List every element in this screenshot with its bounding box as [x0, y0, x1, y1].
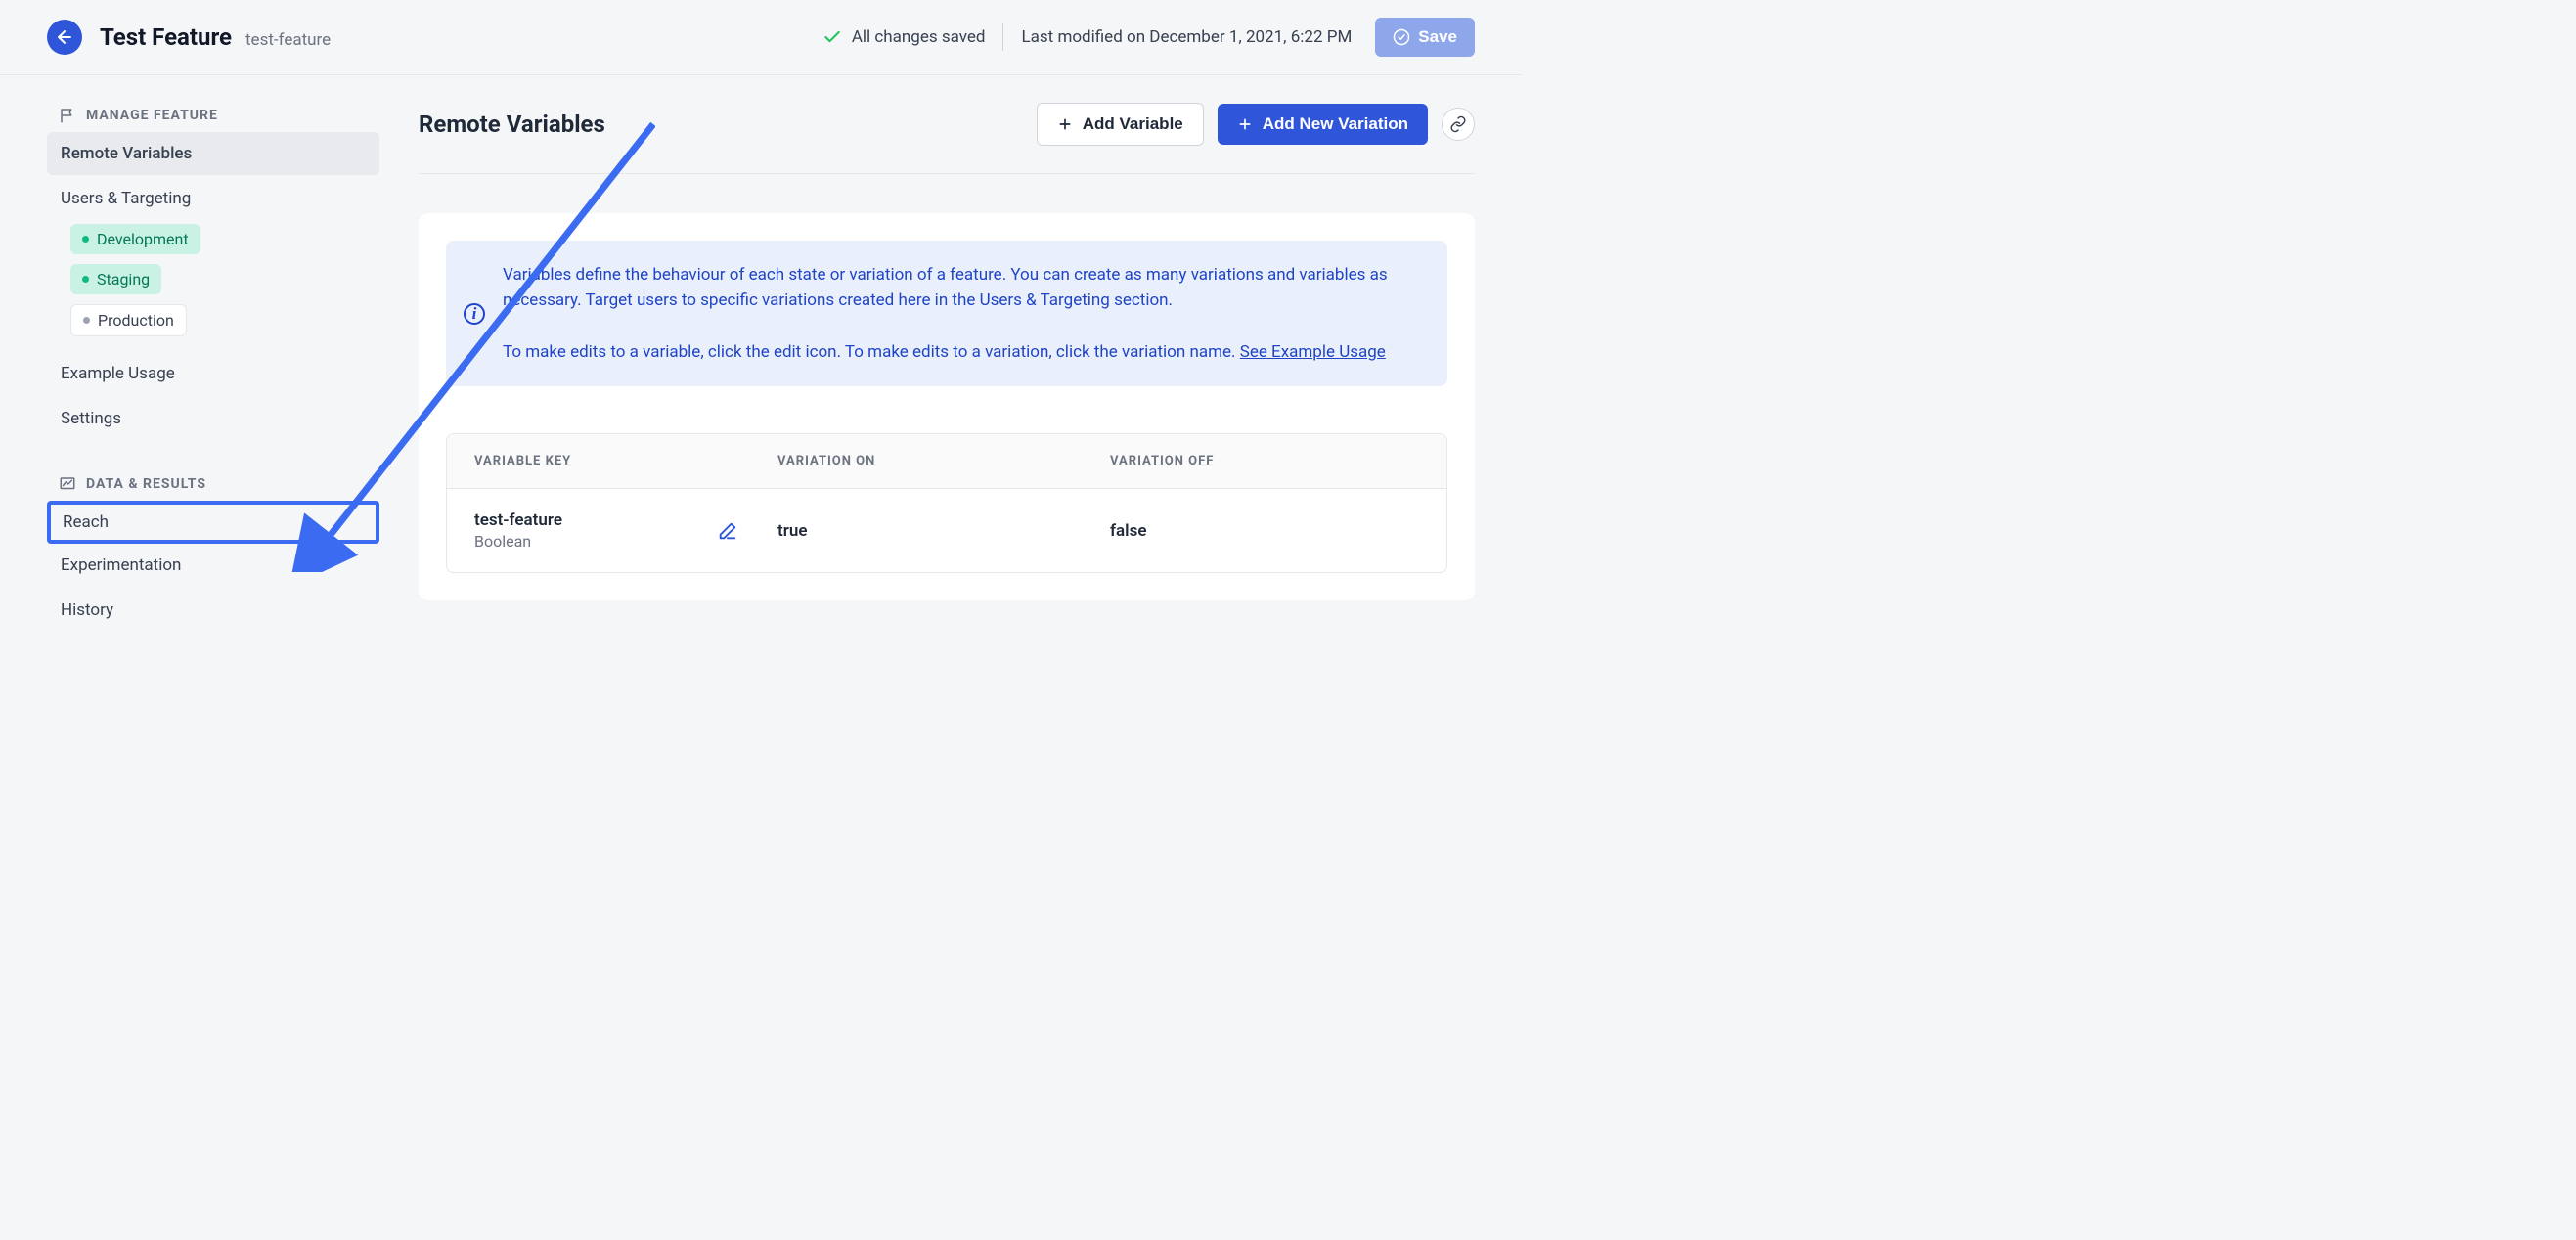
page-header: Test Feature test-feature All changes sa…: [0, 0, 1522, 75]
variables-card: i Variables define the behaviour of each…: [419, 213, 1475, 600]
env-development[interactable]: Development: [70, 224, 200, 254]
col-variable-key: Variable Key: [474, 454, 777, 468]
status-dot-icon: [82, 276, 89, 283]
status-dot-icon: [83, 317, 90, 324]
status-dot-icon: [82, 236, 89, 243]
save-button-label: Save: [1418, 27, 1457, 47]
info-text-2-prefix: To make edits to a variable, click the e…: [503, 342, 1240, 362]
title-wrap: Test Feature test-feature: [100, 23, 331, 51]
feature-slug: test-feature: [245, 30, 331, 50]
nav-settings[interactable]: Settings: [47, 397, 379, 440]
save-status-text: All changes saved: [852, 27, 986, 47]
nav-users-targeting[interactable]: Users & Targeting: [47, 177, 379, 220]
check-icon: [822, 27, 842, 47]
env-staging-label: Staging: [97, 270, 150, 288]
variable-table: Variable Key Variation On Variation Off …: [446, 433, 1447, 573]
main-header: Remote Variables Add Variable Add New Va…: [419, 99, 1475, 174]
nav-experimentation[interactable]: Experimentation: [47, 544, 379, 587]
plus-icon: [1057, 116, 1073, 132]
save-status: All changes saved: [822, 27, 986, 47]
add-variation-button[interactable]: Add New Variation: [1218, 104, 1428, 145]
sidebar: Manage Feature Remote Variables Users & …: [47, 99, 379, 634]
page-title: Test Feature: [100, 23, 232, 51]
nav-remote-variables[interactable]: Remote Variables: [47, 132, 379, 175]
section-data-results: Data & Results: [47, 467, 379, 501]
environment-list: Development Staging Production: [47, 224, 379, 346]
save-button[interactable]: Save: [1375, 18, 1475, 57]
table-header: Variable Key Variation On Variation Off: [447, 434, 1446, 488]
variation-off-value: false: [1110, 521, 1419, 541]
section-data-label: Data & Results: [86, 476, 206, 492]
edit-icon[interactable]: [717, 520, 738, 542]
header-divider: [1002, 23, 1003, 51]
env-production-label: Production: [98, 311, 174, 330]
col-variation-off: Variation Off: [1110, 454, 1419, 468]
variation-on-value: true: [777, 521, 1110, 541]
env-production[interactable]: Production: [70, 304, 187, 336]
env-staging[interactable]: Staging: [70, 264, 161, 294]
info-text-1: Variables define the behaviour of each s…: [503, 262, 1424, 314]
info-text-2: To make edits to a variable, click the e…: [503, 339, 1424, 365]
nav-history[interactable]: History: [47, 589, 379, 632]
add-variable-button[interactable]: Add Variable: [1037, 103, 1204, 146]
col-variation-on: Variation On: [777, 454, 1110, 468]
arrow-left-icon: [55, 27, 74, 47]
main-content: Remote Variables Add Variable Add New Va…: [419, 99, 1475, 634]
table-row: test-feature Boolean true false: [447, 488, 1446, 572]
example-usage-link[interactable]: See Example Usage: [1240, 342, 1386, 362]
back-button[interactable]: [47, 20, 82, 55]
variable-key-type: Boolean: [474, 532, 562, 551]
section-manage-feature: Manage Feature: [47, 99, 379, 132]
section-manage-label: Manage Feature: [86, 108, 218, 123]
check-circle-icon: [1393, 28, 1410, 46]
nav-example-usage[interactable]: Example Usage: [47, 352, 379, 395]
plus-icon: [1237, 116, 1253, 132]
nav-reach[interactable]: Reach: [47, 501, 379, 544]
add-variation-label: Add New Variation: [1263, 114, 1408, 134]
info-icon: i: [464, 303, 485, 325]
info-banner: i Variables define the behaviour of each…: [446, 241, 1447, 386]
flag-icon: [59, 107, 76, 124]
link-icon: [1449, 115, 1467, 133]
last-modified: Last modified on December 1, 2021, 6:22 …: [1021, 27, 1352, 47]
chart-icon: [59, 475, 76, 493]
main-title: Remote Variables: [419, 111, 605, 138]
copy-link-button[interactable]: [1442, 108, 1475, 141]
variable-key-name: test-feature: [474, 510, 562, 530]
env-development-label: Development: [97, 230, 189, 248]
add-variable-label: Add Variable: [1083, 114, 1183, 134]
